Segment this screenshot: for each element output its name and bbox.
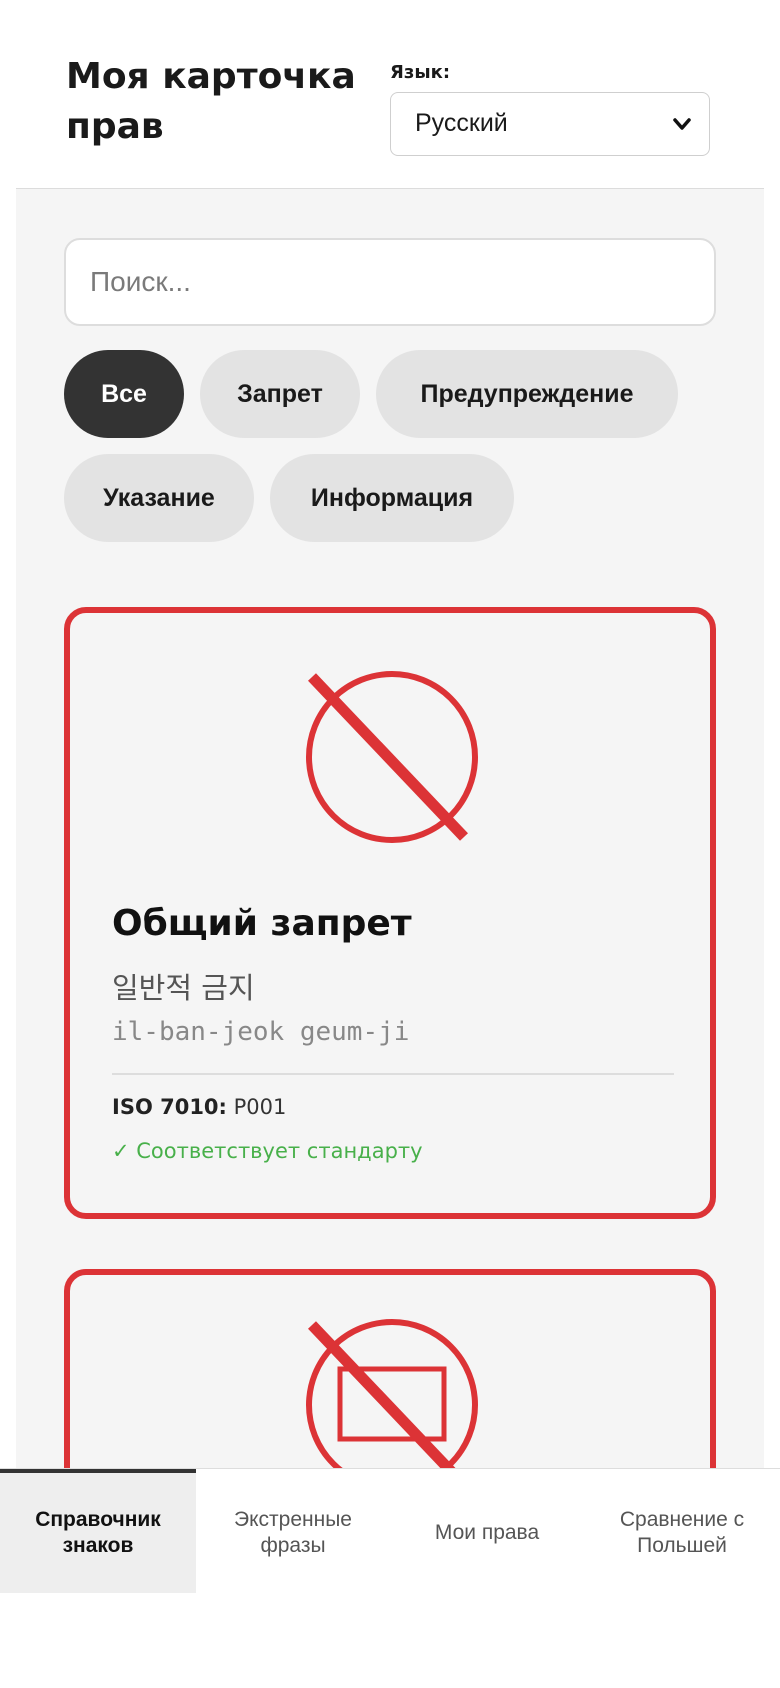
chevron-down-icon: [673, 118, 691, 130]
language-select[interactable]: Русский: [390, 92, 710, 156]
tab-poland-comparison[interactable]: Сравнение с Польшей: [584, 1473, 780, 1593]
sign-card[interactable]: [64, 1269, 716, 1469]
search-input[interactable]: Поиск...: [64, 238, 716, 326]
tab-my-rights[interactable]: Мои права: [390, 1473, 584, 1593]
general-prohibition-icon: [306, 671, 478, 843]
app-header: Моя карточка прав Язык: Русский: [16, 0, 764, 189]
iso-value: P001: [233, 1095, 287, 1119]
filter-chip-prohibition[interactable]: Запрет: [200, 350, 360, 438]
tab-sign-reference[interactable]: Справочник знаков: [0, 1469, 196, 1593]
tab-emergency-phrases-label: Экстренные фразы: [234, 1508, 352, 1557]
prohibition-rectangle-icon: [306, 1319, 478, 1469]
app-root: Моя карточка прав Язык: Русский Поиск...…: [0, 0, 780, 1688]
sign-korean-name: 일반적 금지: [112, 971, 255, 1005]
tab-poland-comparison-label: Сравнение с Польшей: [619, 1508, 745, 1557]
search-placeholder: Поиск...: [90, 266, 191, 297]
compliance-status: ✓ Соответствует стандарту: [112, 1139, 423, 1163]
language-select-value: Русский: [415, 109, 508, 137]
tab-emergency-phrases[interactable]: Экстренные фразы: [196, 1473, 390, 1593]
page-title: Моя карточка прав: [66, 56, 356, 147]
card-divider: [112, 1073, 674, 1075]
filter-chip-all[interactable]: Все: [64, 350, 184, 438]
sign-title: Общий запрет: [112, 903, 412, 944]
sign-reference-content: Поиск... Все Запрет Предупреждение Указа…: [16, 189, 764, 1469]
bottom-navigation: Справочник знаков Экстренные фразы Мои п…: [0, 1468, 780, 1593]
tab-sign-reference-label: Справочник знаков: [35, 1508, 161, 1557]
filter-chip-mandatory[interactable]: Указание: [64, 454, 254, 542]
language-label: Язык:: [390, 62, 451, 83]
iso-code: ISO 7010: P001: [112, 1095, 286, 1119]
iso-label: ISO 7010:: [112, 1095, 227, 1119]
filter-chip-warning[interactable]: Предупреждение: [376, 350, 678, 438]
sign-romanization: il-ban-jeok geum-ji: [112, 1017, 410, 1047]
filter-chip-information[interactable]: Информация: [270, 454, 514, 542]
sign-card[interactable]: Общий запрет 일반적 금지 il-ban-jeok geum-ji …: [64, 607, 716, 1219]
tab-my-rights-label: Мои права: [434, 1521, 540, 1544]
